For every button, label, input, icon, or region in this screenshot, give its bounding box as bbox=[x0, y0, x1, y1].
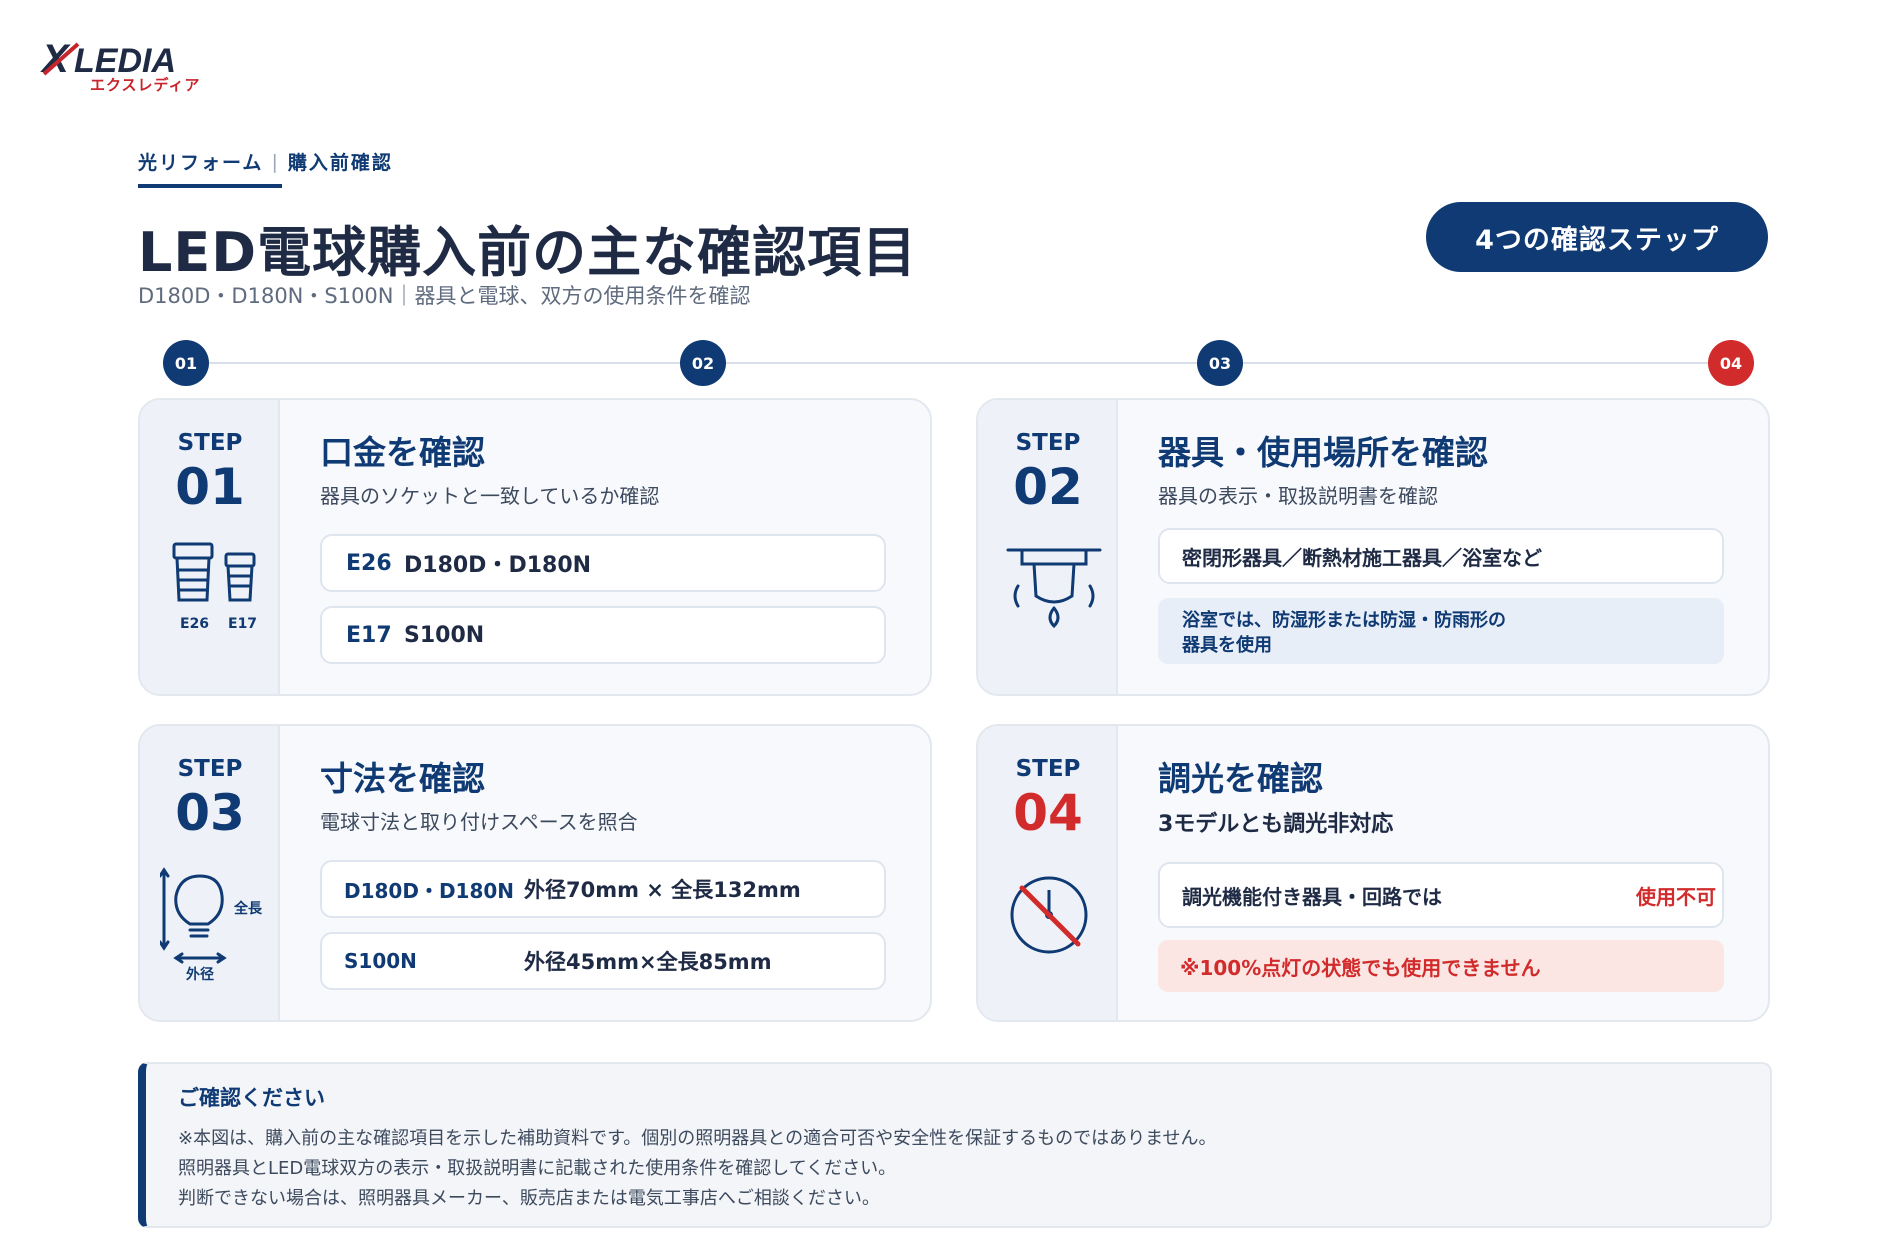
no-dimming-icon bbox=[1010, 876, 1088, 954]
timeline-dot-04: 04 bbox=[1708, 340, 1754, 386]
step-description: 器具のソケットと一致しているか確認 bbox=[320, 484, 660, 508]
bulb-dimension-icon bbox=[160, 867, 227, 964]
timeline-dot-01: 01 bbox=[163, 340, 209, 386]
model-names: D180D・D180N bbox=[344, 878, 515, 903]
icon-label-e17: E17 bbox=[228, 616, 258, 632]
not-usable-status: 使用不可 bbox=[1636, 884, 1716, 909]
step-number: 01 bbox=[175, 458, 245, 516]
fixture-types-text: 密閉形器具／断熱材施工器具／浴室など bbox=[1182, 545, 1542, 570]
steps-pill-badge: 4つの確認ステップ bbox=[1426, 202, 1768, 272]
notice-line: 判断できない場合は、照明器具メーカー、販売店または電気工事店へご相談ください。 bbox=[178, 1188, 880, 1209]
bulb-base-icon bbox=[172, 542, 256, 602]
breadcrumb-item[interactable]: 購入前確認 bbox=[288, 148, 393, 175]
timeline-dot-03: 03 bbox=[1197, 340, 1243, 386]
dimension-value: 外径70mm × 全長132mm bbox=[524, 878, 801, 902]
step-heading: 器具・使用場所を確認 bbox=[1158, 433, 1488, 472]
step-number: 04 bbox=[1013, 784, 1083, 842]
page-subtitle: D180D・D180N・S100N｜器具と電球、双方の使用条件を確認 bbox=[138, 284, 751, 308]
base-type: E17 bbox=[346, 622, 392, 648]
dimmer-circuit-text: 調光機能付き器具・回路では bbox=[1182, 884, 1442, 909]
timeline-dot-02: 02 bbox=[680, 340, 726, 386]
step-description: 電球寸法と取り付けスペースを照合 bbox=[320, 810, 638, 834]
note-line: 器具を使用 bbox=[1182, 635, 1272, 656]
model-names: S100N bbox=[344, 949, 417, 973]
step-card-02: STEP 02 器具・使用場所を確認 器具の表示・取扱説明書を確認 密閉形器具／… bbox=[976, 398, 1770, 696]
dimension-value: 外径45mm×全長85mm bbox=[524, 950, 772, 974]
step-number: 02 bbox=[1013, 458, 1083, 516]
model-names: S100N bbox=[404, 622, 485, 648]
note-line: 浴室では、防湿形または防湿・防雨形の bbox=[1182, 610, 1506, 631]
bathroom-note: 浴室では、防湿形または防湿・防雨形の 器具を使用 bbox=[1158, 598, 1724, 664]
step-card-03: STEP 03 全長 外径 寸法を確認 電球寸法と取り付けスペースを照合 D18… bbox=[138, 724, 932, 1022]
step-description: 器具の表示・取扱説明書を確認 bbox=[1158, 484, 1438, 508]
notice-line: 照明器具とLED電球双方の表示・取扱説明書に記載された使用条件を確認してください… bbox=[178, 1158, 897, 1179]
ceiling-fixture-icon bbox=[1006, 548, 1102, 629]
notice-line: ※本図は、購入前の主な確認項目を示した補助資料です。個別の照明器具との適合可否や… bbox=[178, 1128, 1217, 1149]
step-heading: 寸法を確認 bbox=[320, 759, 485, 798]
base-row: E17 S100N bbox=[320, 606, 886, 664]
page-title: LED電球購入前の主な確認項目 bbox=[138, 221, 918, 284]
step-card-01: STEP 01 E26 E17 口金を確認 器具のソケットと一致しているか確認 … bbox=[138, 398, 932, 696]
step-description: 3モデルとも調光非対応 bbox=[1158, 812, 1394, 837]
icon-label-length: 全長 bbox=[234, 901, 262, 917]
breadcrumb-underline bbox=[138, 184, 282, 188]
logo-subtext: エクスレディア bbox=[90, 76, 201, 94]
dimension-row: D180D・D180N 外径70mm × 全長132mm bbox=[320, 860, 886, 918]
model-names: D180D・D180N bbox=[404, 553, 592, 578]
step-label: STEP bbox=[177, 756, 243, 782]
icon-label-diameter: 外径 bbox=[186, 967, 214, 983]
fixture-types-row: 密閉形器具／断熱材施工器具／浴室など bbox=[1158, 528, 1724, 584]
breadcrumb-item[interactable]: 光リフォーム bbox=[138, 148, 263, 175]
dimming-warning: ※100%点灯の状態でも使用できません bbox=[1158, 940, 1724, 992]
notice-heading: ご確認ください bbox=[178, 1086, 325, 1110]
icon-label-e26: E26 bbox=[180, 616, 210, 632]
base-row: E26 D180D・D180N bbox=[320, 534, 886, 592]
step-number: 03 bbox=[175, 784, 245, 842]
dimension-row: S100N 外径45mm×全長85mm bbox=[320, 932, 886, 990]
dimmer-circuit-row: 調光機能付き器具・回路では 使用不可 bbox=[1158, 862, 1724, 928]
step-label: STEP bbox=[1015, 756, 1081, 782]
breadcrumb: 光リフォーム | 購入前確認 bbox=[138, 148, 393, 175]
step-label: STEP bbox=[1015, 430, 1081, 456]
notice-box: ご確認ください ※本図は、購入前の主な確認項目を示した補助資料です。個別の照明器… bbox=[138, 1062, 1772, 1228]
step-heading: 口金を確認 bbox=[320, 433, 485, 472]
breadcrumb-separator: | bbox=[271, 150, 280, 173]
step-heading: 調光を確認 bbox=[1158, 759, 1323, 798]
base-type: E26 bbox=[346, 550, 392, 576]
step-label: STEP bbox=[177, 430, 243, 456]
timeline-line bbox=[186, 362, 1726, 364]
step-card-04: STEP 04 調光を確認 3モデルとも調光非対応 調光機能付き器具・回路では … bbox=[976, 724, 1770, 1022]
